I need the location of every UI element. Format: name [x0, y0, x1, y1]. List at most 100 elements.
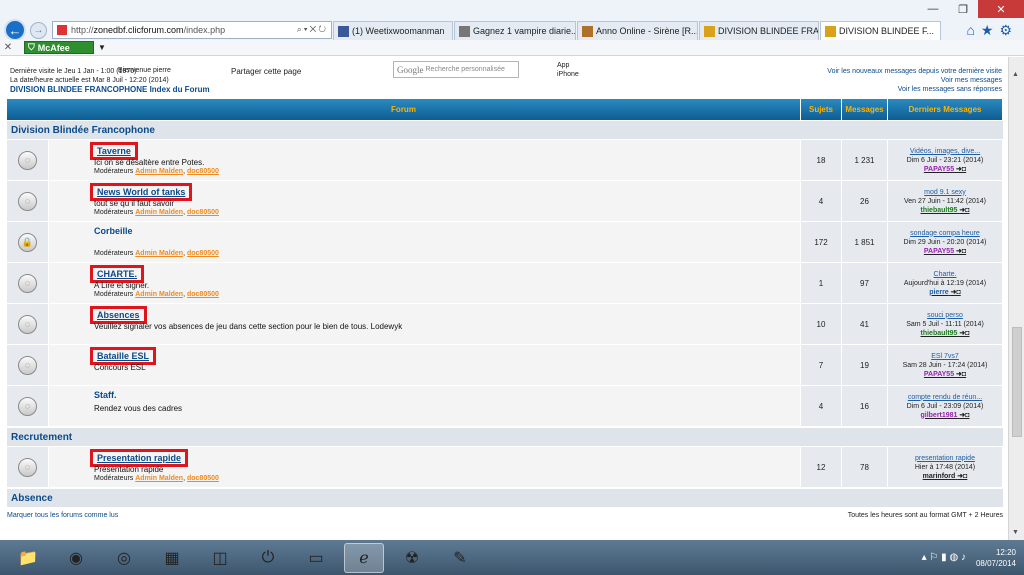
last-post-user-link[interactable]: gilbert1981 ➜◘ [920, 411, 969, 420]
moderator-link[interactable]: Admin Malden [135, 250, 183, 257]
goto-last-post-icon[interactable]: ➜◘ [959, 330, 969, 337]
last-post-user-link[interactable]: thiebault95 ➜◘ [921, 329, 970, 338]
last-post-username[interactable]: PAPAY55 [924, 248, 954, 255]
google-search-input[interactable]: Google Recherche personnalisée [393, 61, 519, 78]
browser-tab[interactable]: DIVISION BLINDEE F... ✕ [820, 21, 941, 40]
system-tray: ▴ ⚐ ▮ ◍ ♪ 12:20 08/07/2014 [922, 540, 1016, 575]
browser-tab[interactable]: Gagnez 1 vampire diarie... [454, 21, 576, 40]
last-post-user-link[interactable]: PAPAY55 ➜◘ [924, 165, 966, 174]
moderator-link[interactable]: doc80500 [187, 291, 219, 298]
paint-app-icon[interactable]: ✎ [440, 543, 480, 573]
last-post-username[interactable]: thiebault95 [921, 330, 958, 337]
last-post-title-link[interactable]: sondage compa heure [910, 229, 980, 238]
last-post-date: Sam 5 Juil - 11:11 (2014) [906, 320, 984, 328]
last-post-user-link[interactable]: PAPAY55 ➜◘ [924, 370, 966, 379]
power-app-icon[interactable]: ⏻ [248, 543, 288, 573]
goto-last-post-icon[interactable]: ➜◘ [951, 289, 961, 296]
forum-index-link[interactable]: DIVISION BLINDEE FRANCOPHONE Index du Fo… [10, 85, 210, 94]
scroll-up-icon[interactable]: ▲ [1012, 71, 1019, 78]
goto-last-post-icon[interactable]: ➜◘ [956, 371, 966, 378]
header-left: Dernière visite le Jeu 1 Jan - 1:00 (197… [10, 67, 210, 94]
tab-close-icon[interactable]: ✕ [940, 26, 941, 37]
last-post-title-link[interactable]: mod 9.1 sexy [924, 188, 966, 197]
last-post-username[interactable]: marinford [923, 473, 956, 480]
last-post-username[interactable]: PAPAY55 [924, 166, 954, 173]
goto-last-post-icon[interactable]: ➜◘ [959, 207, 969, 214]
scroll-down-icon[interactable]: ▼ [1012, 529, 1019, 536]
minimize-icon[interactable]: — [918, 0, 948, 18]
scrollbar-thumb[interactable] [1012, 327, 1022, 437]
close-window-icon[interactable]: ✕ [978, 0, 1024, 18]
last-post-date: Ven 27 Juin - 11:42 (2014) [904, 197, 986, 205]
goto-last-post-icon[interactable]: ➜◘ [956, 166, 966, 173]
moderator-link[interactable]: Admin Malden [135, 168, 183, 175]
app-iphone-link[interactable]: App iPhone [557, 61, 579, 79]
forum-name-link[interactable]: Staff. [90, 389, 121, 401]
forum-name-link[interactable]: Corbeille [90, 225, 137, 237]
last-post-username[interactable]: thiebault95 [921, 207, 958, 214]
file-explorer-icon[interactable]: 📁 [8, 543, 48, 573]
current-date-text: La date/heure actuelle est Mar 8 Juil - … [10, 77, 169, 84]
last-post-user-link[interactable]: pierre ➜◘ [929, 288, 961, 297]
tray-icons[interactable]: ▴ ⚐ ▮ ◍ ♪ [922, 552, 966, 563]
new-messages-link[interactable]: Voir les nouveaux messages depuis votre … [827, 67, 1002, 76]
last-post-title-link[interactable]: souci perso [927, 311, 963, 320]
forum-status-cell: ◌ [7, 140, 49, 180]
mark-all-read-link[interactable]: Marquer tous les forums comme lus [7, 512, 118, 519]
last-post-title-link[interactable]: Vidéos, images, dive... [910, 147, 980, 156]
moderators-label: Modérateurs [94, 168, 134, 175]
moderator-link[interactable]: Admin Malden [135, 291, 183, 298]
my-messages-link[interactable]: Voir mes messages [827, 76, 1002, 85]
topics-count: 4 [801, 386, 842, 426]
goto-last-post-icon[interactable]: ➜◘ [956, 248, 966, 255]
back-button[interactable]: ← [4, 19, 26, 41]
share-link[interactable]: Partager cette page [231, 67, 301, 76]
address-search-refresh-icon[interactable]: ⌕▾✕↻ [297, 24, 328, 35]
last-post-title-link[interactable]: ESl 7vs7 [931, 352, 959, 361]
moderator-link[interactable]: doc80500 [187, 475, 219, 482]
moderator-link[interactable]: doc80500 [187, 168, 219, 175]
forum-table: Forum Sujets Messages Derniers Messages … [7, 99, 1003, 519]
game-app-icon[interactable]: ☢ [392, 543, 432, 573]
close-toolbar-icon[interactable]: ✕ [0, 42, 16, 53]
last-post-title-link[interactable]: Charte. [934, 270, 957, 279]
calculator-icon[interactable]: ▦ [152, 543, 192, 573]
moderator-link[interactable]: Admin Malden [135, 475, 183, 482]
goto-last-post-icon[interactable]: ➜◘ [959, 412, 969, 419]
last-post-title-link[interactable]: presentation rapide [915, 454, 975, 463]
goto-last-post-icon[interactable]: ➜◘ [957, 473, 967, 480]
restore-icon[interactable]: ❐ [948, 0, 978, 18]
home-favorites-settings-icons[interactable]: ⌂★⚙ [966, 22, 1018, 39]
last-post-user-link[interactable]: marinford ➜◘ [923, 472, 968, 481]
category-header[interactable]: Absence [7, 488, 1003, 508]
page-scrollbar[interactable]: ▲ ▼ [1008, 57, 1024, 540]
mcafee-button[interactable]: ⛉ McAfee [24, 41, 94, 54]
last-post-title-link[interactable]: compte rendu de réun... [908, 393, 982, 402]
unanswered-link[interactable]: Voir les messages sans réponses [827, 85, 1002, 94]
forum-info-cell: CHARTE. A Lire et signer. Modérateurs Admi… [49, 263, 801, 303]
moderator-link[interactable]: Admin Malden [135, 209, 183, 216]
moderator-link[interactable]: doc80500 [187, 250, 219, 257]
last-post-username[interactable]: PAPAY55 [924, 371, 954, 378]
browser-tab[interactable]: Anno Online - Sirène [R... [577, 21, 698, 40]
internet-explorer-icon[interactable]: ℯ [344, 542, 384, 573]
last-post-username[interactable]: pierre [929, 289, 948, 296]
last-post-username[interactable]: gilbert1981 [920, 412, 957, 419]
monitor-app-icon[interactable]: ▭ [296, 543, 336, 573]
store-icon[interactable]: ◫ [200, 543, 240, 573]
forward-button[interactable]: → [30, 22, 47, 39]
category-header[interactable]: Division Blindée Francophone [7, 120, 1003, 140]
browser-tab[interactable]: DIVISION BLINDEE FRA... [699, 21, 819, 40]
last-post-user-link[interactable]: PAPAY55 ➜◘ [924, 247, 966, 256]
address-bar[interactable]: http://zonedbf.clicforum.com/index.php ⌕… [52, 21, 332, 39]
forum-info-cell: Absences Veuillez signaler vos absences d… [49, 304, 801, 344]
mcafee-dropdown-icon[interactable]: ▼ [98, 43, 106, 52]
media-app-icon[interactable]: ◉ [56, 543, 96, 573]
clock[interactable]: 12:20 08/07/2014 [976, 547, 1016, 569]
forum-row: ◌ Taverne Ici on se désaltère entre Potes.… [7, 140, 1003, 181]
moderator-link[interactable]: doc80500 [187, 209, 219, 216]
last-post-user-link[interactable]: thiebault95 ➜◘ [921, 206, 970, 215]
speaker-app-icon[interactable]: ◎ [104, 543, 144, 573]
category-header[interactable]: Recrutement [7, 427, 1003, 447]
browser-tab[interactable]: (1) Weetixwoomanman [333, 21, 453, 40]
